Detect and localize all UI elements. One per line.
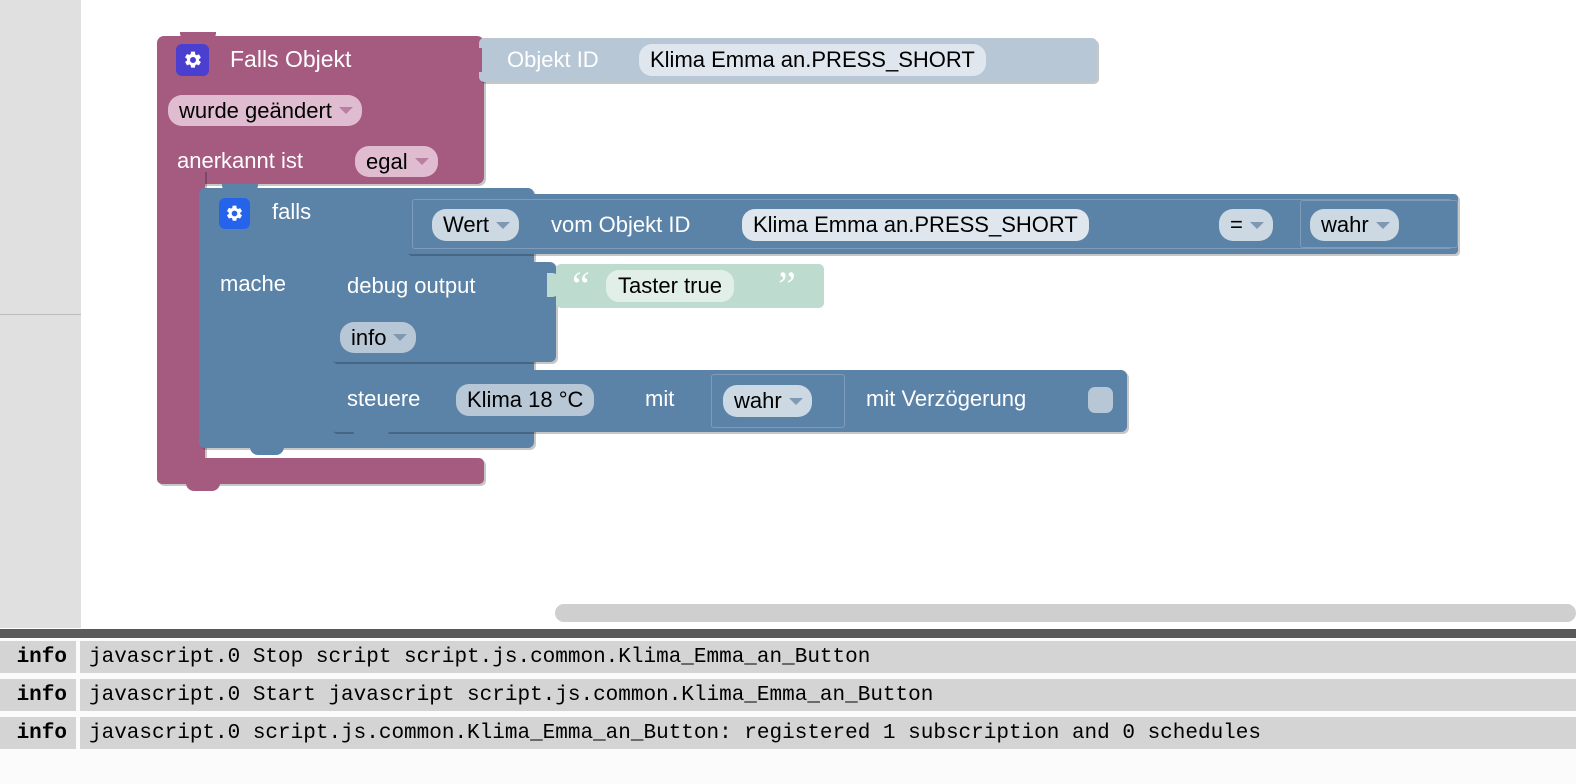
quote-open-glyph: “ bbox=[572, 263, 590, 308]
log-message: javascript.0 Start javascript script.js.… bbox=[80, 679, 1576, 711]
control-block-bottom-notch bbox=[353, 429, 389, 438]
log-severity: info bbox=[0, 641, 76, 673]
condition-operator-dropdown[interactable]: = bbox=[1219, 209, 1273, 241]
toolbox-gutter[interactable] bbox=[0, 0, 81, 628]
table-row[interactable]: info javascript.0 Start javascript scrip… bbox=[0, 679, 1576, 711]
chevron-down-icon bbox=[338, 107, 353, 114]
condition-attribute-dropdown[interactable]: Wert bbox=[432, 209, 520, 241]
condition-compare-label: wahr bbox=[1321, 212, 1369, 237]
condition-object-id-value: Klima Emma an.PRESS_SHORT bbox=[753, 212, 1078, 237]
log-panel: info javascript.0 Stop script script.js.… bbox=[0, 638, 1576, 784]
object-id-value: Klima Emma an.PRESS_SHORT bbox=[650, 47, 975, 72]
chevron-down-icon bbox=[1375, 221, 1390, 229]
chevron-down-icon bbox=[393, 334, 408, 341]
log-severity: info bbox=[0, 717, 76, 749]
gear-icon[interactable] bbox=[219, 198, 250, 229]
if-block-if-label: falls bbox=[272, 199, 312, 224]
trigger-mode-dropdown-label: wurde geändert bbox=[179, 97, 332, 123]
control-delay-label: mit Verzögerung bbox=[866, 386, 1027, 411]
condition-operator-label: = bbox=[1230, 212, 1243, 237]
text-string-field[interactable]: Taster true bbox=[606, 270, 734, 302]
log-message: javascript.0 script.js.common.Klima_Emma… bbox=[80, 717, 1576, 749]
debug-level-label: info bbox=[351, 324, 387, 350]
debug-output-block-top-notch bbox=[353, 258, 389, 266]
control-block-label: steuere bbox=[347, 386, 421, 411]
table-row[interactable]: info javascript.0 Stop script script.js.… bbox=[0, 641, 1576, 673]
trigger-mode-dropdown[interactable]: wurde geändert bbox=[168, 95, 362, 126]
condition-object-id-field[interactable]: Klima Emma an.PRESS_SHORT bbox=[742, 209, 1089, 241]
control-value-label: wahr bbox=[734, 388, 782, 413]
control-block-top-notch bbox=[353, 366, 389, 374]
object-id-block-label: Objekt ID bbox=[507, 47, 599, 72]
gear-icon[interactable] bbox=[176, 44, 209, 76]
condition-middle-label: vom Objekt ID bbox=[551, 212, 691, 237]
log-message: javascript.0 Stop script script.js.commo… bbox=[80, 641, 1576, 673]
horizontal-scrollbar[interactable] bbox=[555, 604, 1576, 622]
control-target-value: Klima 18 °C bbox=[467, 387, 584, 412]
control-delay-checkbox[interactable] bbox=[1088, 387, 1113, 413]
if-block-do-label: mache bbox=[220, 271, 287, 296]
chevron-down-icon bbox=[1249, 221, 1264, 229]
condition-compare-dropdown[interactable]: wahr bbox=[1310, 209, 1399, 241]
chevron-down-icon bbox=[788, 397, 803, 405]
trigger-block-top-notch bbox=[180, 32, 216, 40]
control-value-dropdown[interactable]: wahr bbox=[723, 385, 812, 417]
trigger-ack-dropdown-label: egal bbox=[366, 148, 408, 174]
toolbox-divider bbox=[0, 314, 81, 315]
object-id-block-plug bbox=[470, 48, 482, 72]
control-target-field[interactable]: Klima 18 °C bbox=[456, 384, 595, 416]
quote-close-glyph: ” bbox=[778, 263, 796, 308]
panel-divider[interactable] bbox=[0, 629, 1576, 638]
trigger-ack-label: anerkannt ist bbox=[177, 148, 303, 173]
trigger-block-title: Falls Objekt bbox=[230, 46, 352, 72]
chevron-down-icon bbox=[496, 221, 511, 229]
debug-output-label: debug output bbox=[347, 273, 476, 298]
condition-attribute-label: Wert bbox=[443, 212, 490, 237]
table-row[interactable]: info javascript.0 script.js.common.Klima… bbox=[0, 717, 1576, 749]
control-with-label: mit bbox=[645, 386, 675, 411]
object-id-value-field[interactable]: Klima Emma an.PRESS_SHORT bbox=[639, 44, 986, 76]
log-severity: info bbox=[0, 679, 76, 711]
debug-level-dropdown[interactable]: info bbox=[340, 322, 417, 353]
trigger-block-bottom-notch bbox=[186, 481, 220, 491]
blockly-editor-screen: Falls Objekt wurde geändert anerkannt is… bbox=[0, 0, 1576, 784]
if-block-top-notch bbox=[222, 184, 258, 192]
text-string-value: Taster true bbox=[618, 273, 722, 298]
trigger-block-left-column bbox=[157, 170, 205, 470]
chevron-down-icon bbox=[414, 158, 429, 165]
if-block-bottom-notch bbox=[250, 445, 284, 455]
trigger-ack-dropdown[interactable]: egal bbox=[355, 146, 438, 177]
